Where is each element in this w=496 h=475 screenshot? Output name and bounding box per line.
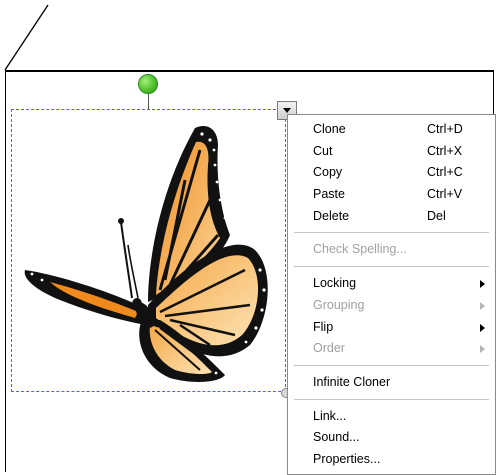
menu-item-label: Paste	[313, 187, 345, 202]
menu-item-label: Clone	[313, 122, 346, 136]
menu-separator	[294, 364, 489, 366]
menu-item-grouping: Grouping	[288, 295, 495, 317]
menu-item-label: Flip	[313, 319, 334, 334]
menu-item-shortcut: Ctrl+C	[427, 165, 463, 180]
menu-separator	[294, 232, 489, 234]
menu-item-shortcut: Ctrl+V	[427, 187, 463, 202]
menu-item-label: Properties...	[313, 451, 381, 466]
menu-item-order: Order	[288, 338, 495, 360]
menu-item-shortcut: Ctrl+X	[427, 143, 463, 158]
menu-item-sound[interactable]: Sound...	[288, 427, 495, 449]
menu-item-copy[interactable]: Copy Ctrl+C	[288, 162, 495, 184]
menu-item-label: Locking	[313, 276, 357, 291]
menu-item-clone[interactable]: Clone Ctrl+D	[288, 119, 495, 141]
submenu-arrow-icon	[480, 280, 485, 289]
menu-item-paste[interactable]: Paste Ctrl+V	[288, 184, 495, 206]
menu-item-label: Check Spelling...	[313, 242, 407, 257]
menu-item-locking[interactable]: Locking	[288, 273, 495, 295]
menu-item-flip[interactable]: Flip	[288, 317, 495, 339]
menu-item-link[interactable]: Link...	[288, 406, 495, 428]
menu-item-label: Delete	[313, 208, 350, 223]
submenu-arrow-icon	[480, 345, 485, 354]
menu-item-label: Order	[313, 341, 345, 356]
submenu-arrow-icon	[480, 323, 485, 332]
rotate-handle[interactable]	[138, 74, 158, 94]
menu-item-label: Link...	[313, 408, 347, 423]
menu-separator	[294, 398, 489, 400]
menu-item-cut[interactable]: Cut Ctrl+X	[288, 141, 495, 163]
menu-item-label: Infinite Cloner	[313, 374, 391, 389]
menu-item-check-spelling: Check Spelling...	[288, 239, 495, 261]
menu-separator	[294, 266, 489, 268]
butterfly-image[interactable]	[20, 120, 280, 385]
rotate-handle-stem	[148, 94, 149, 110]
context-menu: Clone Ctrl+D Cut Ctrl+X Copy Ctrl+C Paste Ctrl+…	[287, 114, 496, 475]
menu-item-label: Cut	[313, 143, 333, 158]
menu-item-label: Grouping	[313, 297, 365, 312]
menu-item-infinite-cloner[interactable]: Infinite Cloner	[288, 372, 495, 394]
submenu-arrow-icon	[480, 301, 485, 310]
menu-item-label: Copy	[313, 165, 343, 180]
menu-item-properties[interactable]: Properties...	[288, 449, 495, 471]
menu-item-label: Sound...	[313, 430, 360, 445]
menu-item-delete[interactable]: Delete Del	[288, 206, 495, 228]
menu-item-shortcut: Del	[427, 208, 446, 223]
menu-item-shortcut: Ctrl+D	[427, 122, 463, 136]
